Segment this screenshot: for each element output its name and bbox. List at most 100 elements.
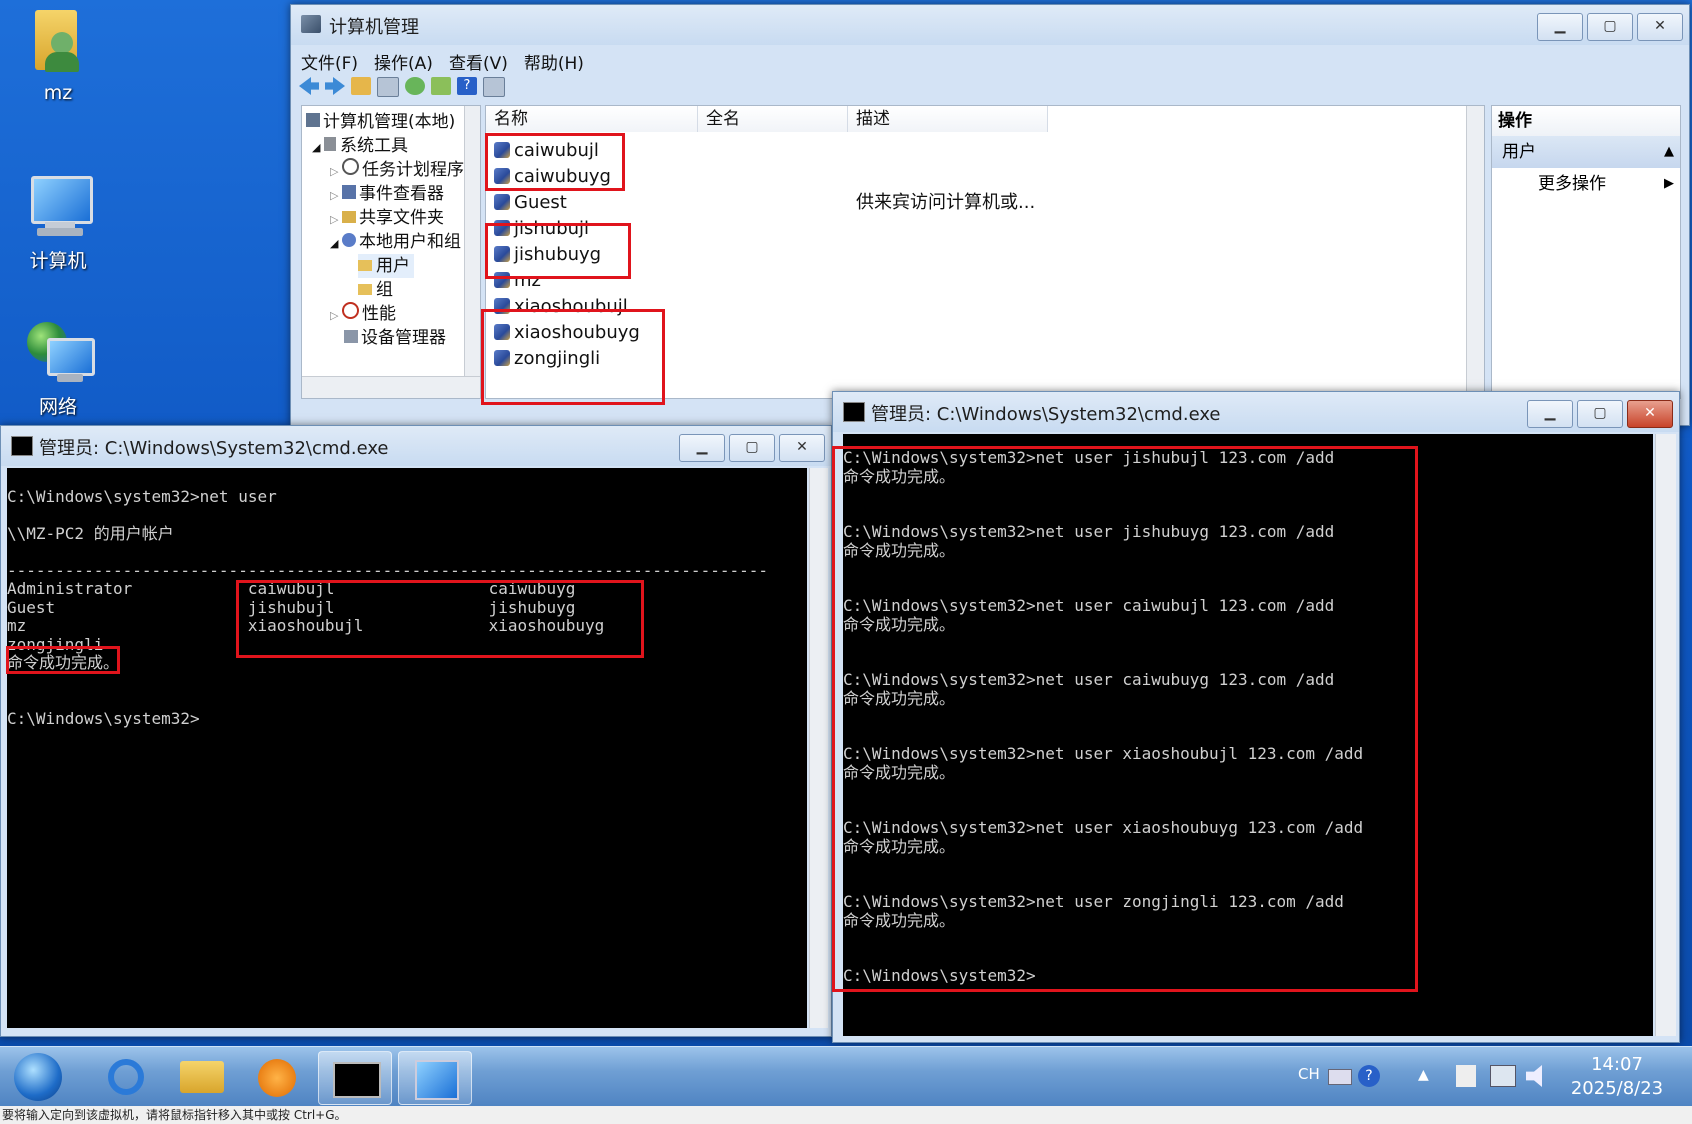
actions-pane: 操作 用户 ▲ 更多操作 ▶ (1491, 105, 1681, 399)
close-button[interactable]: ✕ (1637, 13, 1683, 41)
internet-explorer-icon (108, 1059, 144, 1095)
clock-icon (341, 158, 359, 175)
tree-node-event-viewer[interactable]: ▷ 事件查看器 (330, 182, 444, 206)
user-folder-icon (23, 8, 93, 78)
column-header-name[interactable]: 名称 (486, 106, 698, 132)
console-line: C:\Windows\system32>net user (7, 486, 277, 506)
tree-node-performance[interactable]: ▷ 性能 (330, 302, 396, 326)
list-vertical-scrollbar[interactable] (1466, 106, 1484, 398)
desktop-icon-label: 网络 (38, 396, 77, 418)
media-player-icon (258, 1059, 296, 1097)
refresh-icon[interactable] (405, 77, 425, 95)
toolbar: ? (299, 77, 505, 97)
desktop-icon-mz[interactable]: mz (3, 8, 113, 104)
cmd-icon (843, 402, 865, 422)
desktop-icon-computer[interactable]: 计算机 (3, 172, 113, 273)
menu-file[interactable]: 文件(F) (301, 49, 358, 74)
console-vertical-scrollbar[interactable] (1655, 434, 1676, 1036)
maximize-button[interactable]: ▢ (1577, 400, 1623, 428)
taskbar: CH ? ▲ 14:07 2025/8/23 (0, 1046, 1692, 1107)
folder-icon (358, 260, 372, 271)
show-hidden-icons-icon[interactable]: ▲ (1418, 1067, 1429, 1083)
tree-node-local-users-groups[interactable]: ◢ 本地用户和组 (330, 230, 461, 254)
taskbar-ie[interactable] (90, 1051, 162, 1103)
column-header-fullname[interactable]: 全名 (698, 106, 848, 132)
desktop-icon-label: 计算机 (29, 250, 87, 272)
maximize-button[interactable]: ▢ (1587, 13, 1633, 41)
tree-node-groups[interactable]: 组 (358, 278, 393, 302)
volume-icon[interactable] (1526, 1065, 1542, 1087)
taskbar-explorer[interactable] (166, 1051, 238, 1103)
forward-icon[interactable] (325, 77, 345, 95)
close-button[interactable]: ✕ (1627, 400, 1673, 428)
network-status-icon[interactable] (1490, 1065, 1516, 1087)
console-output[interactable]: C:\Windows\system32>net user \\MZ-PC2 的用户… (7, 468, 807, 1028)
tree-horizontal-scrollbar[interactable] (302, 376, 480, 398)
navigation-tree[interactable]: 计算机管理(本地) ◢ 系统工具 ▷ 任务计划程序 ▷ 事件查看器 ▷ 共享文件… (301, 105, 481, 399)
menu-action[interactable]: 操作(A) (374, 49, 433, 74)
cmd-window-left[interactable]: 管理员: C:\Windows\System32\cmd.exe ▁ ▢ ✕ C… (0, 425, 832, 1037)
collapse-arrow-icon: ◢ (312, 141, 324, 154)
back-icon[interactable] (299, 77, 319, 95)
action-center-flag-icon[interactable] (1456, 1065, 1476, 1087)
console-vertical-scrollbar[interactable] (809, 468, 828, 1028)
window-title: 计算机管理 (329, 17, 419, 38)
actions-header: 操作 (1492, 106, 1680, 136)
collapse-icon: ▲ (1664, 144, 1674, 159)
close-button[interactable]: ✕ (779, 434, 825, 462)
maximize-button[interactable]: ▢ (729, 434, 775, 462)
console-line: C:\Windows\system32> (7, 708, 200, 728)
start-button[interactable] (6, 1051, 72, 1103)
users-icon (341, 233, 356, 247)
menu-help[interactable]: 帮助(H) (524, 49, 584, 74)
desktop-icon-label: mz (43, 82, 73, 104)
expand-arrow-icon: ▷ (330, 309, 342, 322)
window-title: 管理员: C:\Windows\System32\cmd.exe (871, 404, 1221, 425)
minimize-button[interactable]: ▁ (1527, 400, 1573, 428)
vm-status-text: 要将输入定向到该虚拟机，请将鼠标指针移入其中或按 Ctrl+G。 (2, 1108, 347, 1122)
taskbar-cmd[interactable] (318, 1051, 392, 1105)
desktop-icon-network[interactable]: 网络 (3, 318, 113, 419)
title-bar[interactable]: 计算机管理 ▁ ▢ ✕ (291, 5, 1689, 45)
help-icon[interactable]: ? (457, 77, 477, 95)
expand-arrow-icon: ▷ (330, 165, 342, 178)
help-icon[interactable]: ? (1358, 1065, 1380, 1087)
tree-node-task-scheduler[interactable]: ▷ 任务计划程序 (330, 158, 464, 182)
minimize-button[interactable]: ▁ (679, 434, 725, 462)
network-icon (23, 318, 95, 388)
tree-node-shared-folders[interactable]: ▷ 共享文件夹 (330, 206, 444, 230)
tree-node-device-manager[interactable]: 设备管理器 (344, 326, 446, 350)
keyboard-icon[interactable] (1328, 1069, 1352, 1085)
taskbar-computer-management[interactable] (398, 1051, 472, 1105)
tree-node-system-tools[interactable]: ◢ 系统工具 (312, 134, 408, 158)
tree-vertical-scrollbar[interactable] (464, 106, 480, 376)
tree-node-users[interactable]: 用户 (358, 254, 414, 278)
properties-icon[interactable] (483, 77, 505, 97)
tree-node-root[interactable]: 计算机管理(本地) (306, 110, 455, 134)
submenu-arrow-icon: ▶ (1664, 176, 1674, 191)
actions-section-users[interactable]: 用户 ▲ (1492, 136, 1680, 168)
title-bar[interactable]: 管理员: C:\Windows\System32\cmd.exe ▁ ▢ ✕ (1, 426, 831, 466)
event-viewer-icon (341, 185, 356, 199)
user-row[interactable]: Guest (494, 190, 567, 216)
vm-status-bar: 要将输入定向到该虚拟机，请将鼠标指针移入其中或按 Ctrl+G。 (0, 1106, 1692, 1124)
language-indicator[interactable]: CH (1298, 1065, 1320, 1083)
computer-management-icon (415, 1060, 459, 1100)
taskbar-media-player[interactable] (242, 1051, 314, 1103)
title-bar[interactable]: 管理员: C:\Windows\System32\cmd.exe ▁ ▢ ✕ (833, 392, 1679, 432)
more-actions-item[interactable]: 更多操作 ▶ (1492, 168, 1680, 200)
computer-management-window[interactable]: 计算机管理 ▁ ▢ ✕ 文件(F) 操作(A) 查看(V) 帮助(H) ? 计算… (290, 4, 1690, 426)
cmd-icon (333, 1062, 381, 1098)
menu-view[interactable]: 查看(V) (449, 49, 508, 74)
export-list-icon[interactable] (431, 77, 451, 95)
folder-icon (358, 284, 372, 295)
minimize-button[interactable]: ▁ (1537, 13, 1583, 41)
highlight-box-net-user-add (832, 446, 1418, 992)
clock-time: 14:07 (1591, 1054, 1643, 1075)
up-folder-icon[interactable] (351, 77, 371, 95)
clock[interactable]: 14:07 2025/8/23 (1562, 1053, 1672, 1101)
column-header-description[interactable]: 描述 (848, 106, 1048, 132)
show-hide-tree-icon[interactable] (377, 77, 399, 97)
